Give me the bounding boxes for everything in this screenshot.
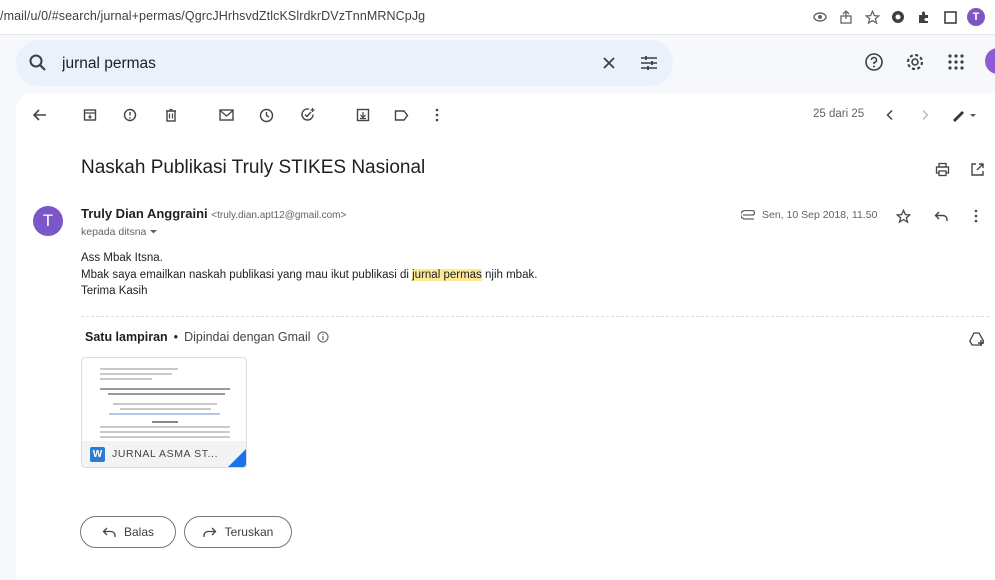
input-tools-icon[interactable] bbox=[948, 105, 982, 125]
sender-info: Truly Dian Anggraini <truly.dian.apt12@g… bbox=[81, 206, 346, 221]
settings-gear-icon[interactable] bbox=[904, 51, 926, 73]
reply-arrow-icon bbox=[102, 527, 116, 537]
body-text: njih mbak. bbox=[481, 268, 538, 281]
body-closing: Terima Kasih bbox=[81, 285, 148, 297]
snooze-clock-icon[interactable] bbox=[256, 105, 276, 125]
body-line: Mbak saya emailkan naskah publikasi yang… bbox=[81, 267, 537, 284]
message-more-icon[interactable] bbox=[966, 206, 986, 226]
clear-search-icon[interactable] bbox=[598, 52, 620, 74]
search-bar bbox=[16, 40, 673, 86]
body-greeting: Ass Mbak Itsna. bbox=[81, 252, 163, 264]
attachment-card[interactable]: W JURNAL ASMA ST... bbox=[81, 357, 247, 468]
star-icon[interactable] bbox=[893, 206, 913, 226]
report-spam-icon[interactable] bbox=[120, 105, 140, 125]
forward-button[interactable]: Teruskan bbox=[184, 516, 292, 548]
print-icon[interactable] bbox=[932, 159, 952, 179]
bookmark-star-icon[interactable] bbox=[859, 7, 885, 27]
browser-actions: T bbox=[807, 7, 989, 27]
profile-avatar: T bbox=[967, 8, 985, 26]
add-to-drive-icon[interactable] bbox=[967, 329, 987, 349]
info-icon[interactable] bbox=[316, 331, 329, 343]
body-text: Mbak saya emailkan naskah publikasi yang… bbox=[81, 268, 413, 281]
reply-label: Balas bbox=[123, 525, 155, 539]
attachment-footer: W JURNAL ASMA ST... bbox=[82, 441, 246, 467]
scan-notice: Dipindai dengan Gmail bbox=[184, 330, 311, 344]
attachment-corner-fold bbox=[228, 449, 246, 467]
email-view: 25 dari 25 Naskah Publikasi Truly STIKES… bbox=[16, 93, 995, 580]
separator: • bbox=[173, 330, 179, 344]
forward-label: Teruskan bbox=[224, 525, 274, 539]
apps-grid-icon[interactable] bbox=[945, 51, 967, 73]
reply-button[interactable]: Balas bbox=[80, 516, 176, 548]
help-icon[interactable] bbox=[863, 51, 885, 73]
archive-icon[interactable] bbox=[80, 105, 100, 125]
newer-chevron-icon[interactable] bbox=[880, 105, 900, 125]
pager-count: 25 dari 25 bbox=[813, 108, 865, 120]
attachment-filename: JURNAL ASMA ST... bbox=[112, 448, 219, 460]
older-chevron-icon[interactable] bbox=[915, 105, 935, 125]
search-options-icon[interactable] bbox=[638, 52, 660, 74]
mark-unread-icon[interactable] bbox=[216, 105, 236, 125]
extension-icon[interactable] bbox=[885, 7, 911, 27]
sender-avatar[interactable]: T bbox=[33, 206, 63, 236]
share-icon[interactable] bbox=[833, 7, 859, 27]
search-highlight: jurnal permas bbox=[412, 268, 482, 281]
dropdown-caret-icon bbox=[150, 230, 158, 234]
reply-icon[interactable] bbox=[931, 206, 951, 226]
label-icon[interactable] bbox=[391, 105, 411, 125]
attachment-count: Satu lampiran bbox=[85, 330, 168, 344]
attachment-divider bbox=[81, 316, 989, 317]
recipient-details[interactable]: kepada ditsna bbox=[81, 226, 158, 238]
attachment-indicator-icon bbox=[741, 210, 755, 220]
window-icon[interactable] bbox=[937, 7, 963, 27]
date-text: Sen, 10 Sep 2018, 11.50 bbox=[762, 209, 878, 221]
word-doc-icon: W bbox=[90, 446, 105, 462]
email-date: Sen, 10 Sep 2018, 11.50 bbox=[741, 209, 877, 221]
puzzle-icon[interactable] bbox=[911, 7, 937, 27]
email-body: Ass Mbak Itsna. Mbak saya emailkan naska… bbox=[81, 250, 537, 300]
move-to-icon[interactable] bbox=[353, 105, 373, 125]
sender-email: <truly.dian.apt12@gmail.com> bbox=[211, 210, 347, 221]
browser-url-bar[interactable]: /mail/u/0/#search/jurnal+permas/QgrcJHrh… bbox=[0, 0, 995, 35]
eye-icon[interactable] bbox=[807, 7, 833, 27]
search-icon[interactable] bbox=[28, 53, 48, 78]
recipient-text: kepada ditsna bbox=[81, 226, 147, 238]
add-task-icon[interactable] bbox=[298, 105, 318, 125]
attachment-thumbnail bbox=[100, 368, 230, 446]
account-avatar[interactable] bbox=[985, 48, 995, 74]
more-vertical-icon[interactable] bbox=[427, 105, 447, 125]
header-actions bbox=[863, 51, 986, 73]
forward-arrow-icon bbox=[202, 527, 217, 537]
search-input[interactable] bbox=[60, 50, 584, 78]
back-arrow-icon[interactable] bbox=[30, 105, 50, 125]
open-new-window-icon[interactable] bbox=[967, 159, 987, 179]
attachments-header: Satu lampiran • Dipindai dengan Gmail bbox=[85, 330, 329, 344]
profile-button[interactable]: T bbox=[963, 7, 989, 27]
email-subject: Naskah Publikasi Truly STIKES Nasional bbox=[81, 157, 426, 178]
delete-icon[interactable] bbox=[161, 105, 181, 125]
sender-name[interactable]: Truly Dian Anggraini bbox=[81, 206, 208, 221]
url-text[interactable]: /mail/u/0/#search/jurnal+permas/QgrcJHrh… bbox=[0, 9, 425, 23]
